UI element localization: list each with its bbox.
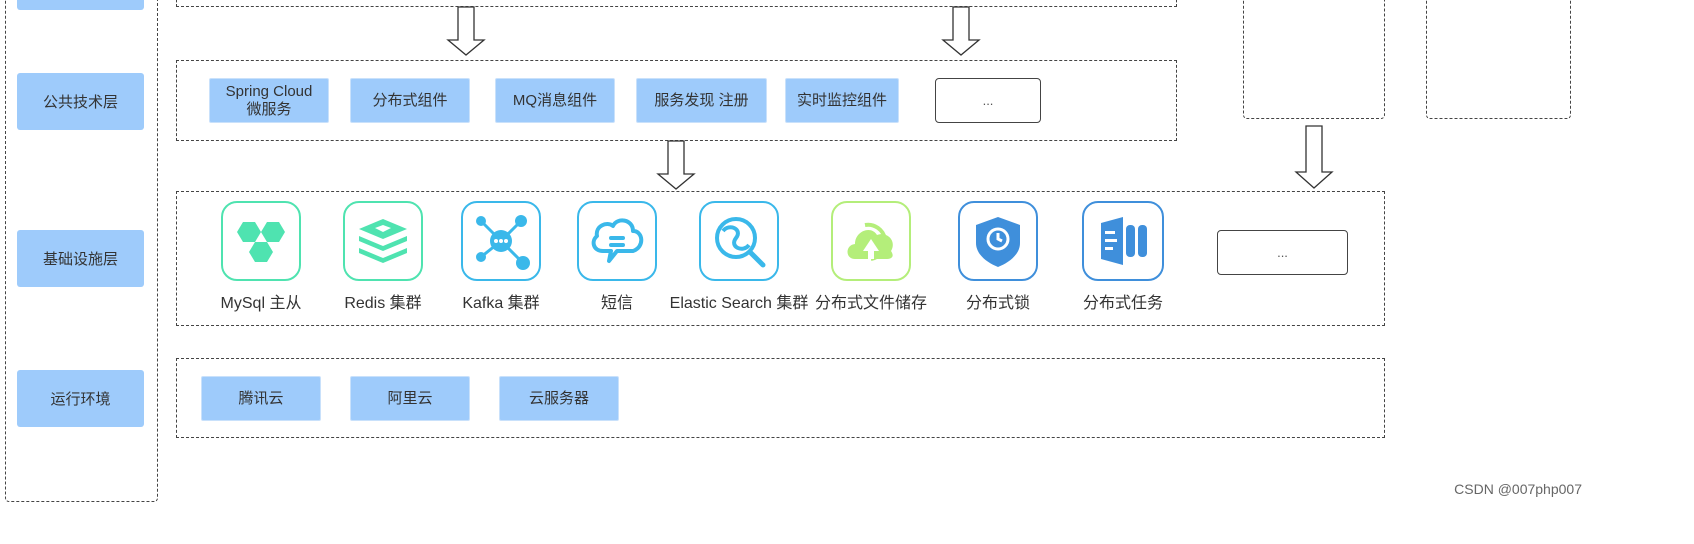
top-layer-box: [176, 0, 1177, 7]
redis-icon: [359, 219, 407, 263]
chip-distributed-component: 分布式组件: [350, 78, 470, 123]
chip-aliyun: 阿里云: [350, 376, 470, 421]
lock-icon: [976, 217, 1020, 267]
tile-task: [1082, 201, 1164, 281]
tile-kafka: [461, 201, 541, 281]
arrow-down-4: [1294, 125, 1334, 189]
mysql-icon: [237, 222, 285, 262]
file-storage-icon: [847, 222, 893, 261]
chip-cloud-server: 云服务器: [499, 376, 619, 421]
elasticsearch-icon: [715, 217, 766, 268]
task-icon: [1101, 217, 1147, 265]
caption-task: 分布式任务: [1082, 295, 1163, 312]
layer-label-top-cut: [17, 0, 144, 10]
right-side-box-1: [1243, 0, 1385, 119]
tile-redis: [343, 201, 423, 281]
caption-redis: Redis 集群: [344, 295, 422, 312]
layer-label-runtime: 运行环境: [17, 370, 144, 427]
arrow-down-2: [941, 6, 981, 56]
chip-tencent-cloud: 腾讯云: [201, 376, 321, 421]
kafka-icon: [476, 215, 530, 270]
layer-label-public-tech: 公共技术层: [17, 73, 144, 130]
layer-label-infra: 基础设施层: [17, 230, 144, 287]
caption-mysql: MySql 主从: [220, 295, 302, 312]
tile-mysql: [221, 201, 301, 281]
arrow-down-3: [656, 140, 696, 190]
tile-elasticsearch: [699, 201, 779, 281]
watermark: CSDN @007php007: [1454, 481, 1582, 497]
chip-more: ...: [935, 78, 1041, 123]
caption-elasticsearch: Elastic Search 集群: [669, 295, 809, 312]
infra-more: ...: [1217, 230, 1348, 275]
sms-icon: [591, 218, 644, 263]
chip-mq: MQ消息组件: [495, 78, 615, 123]
caption-file-storage: 分布式文件储存: [814, 295, 927, 312]
chip-service-discovery: 服务发现 注册: [636, 78, 767, 123]
tile-sms: [577, 201, 657, 281]
chip-monitoring: 实时监控组件: [785, 78, 899, 123]
tile-lock: [958, 201, 1038, 281]
caption-lock: 分布式锁: [965, 295, 1030, 312]
arrow-down-1: [446, 6, 486, 56]
tile-file-storage: [831, 201, 911, 281]
caption-sms: 短信: [600, 295, 633, 312]
caption-kafka: Kafka 集群: [462, 295, 540, 312]
chip-spring-cloud: Spring Cloud 微服务: [209, 78, 329, 123]
right-side-box-2: [1426, 0, 1571, 119]
